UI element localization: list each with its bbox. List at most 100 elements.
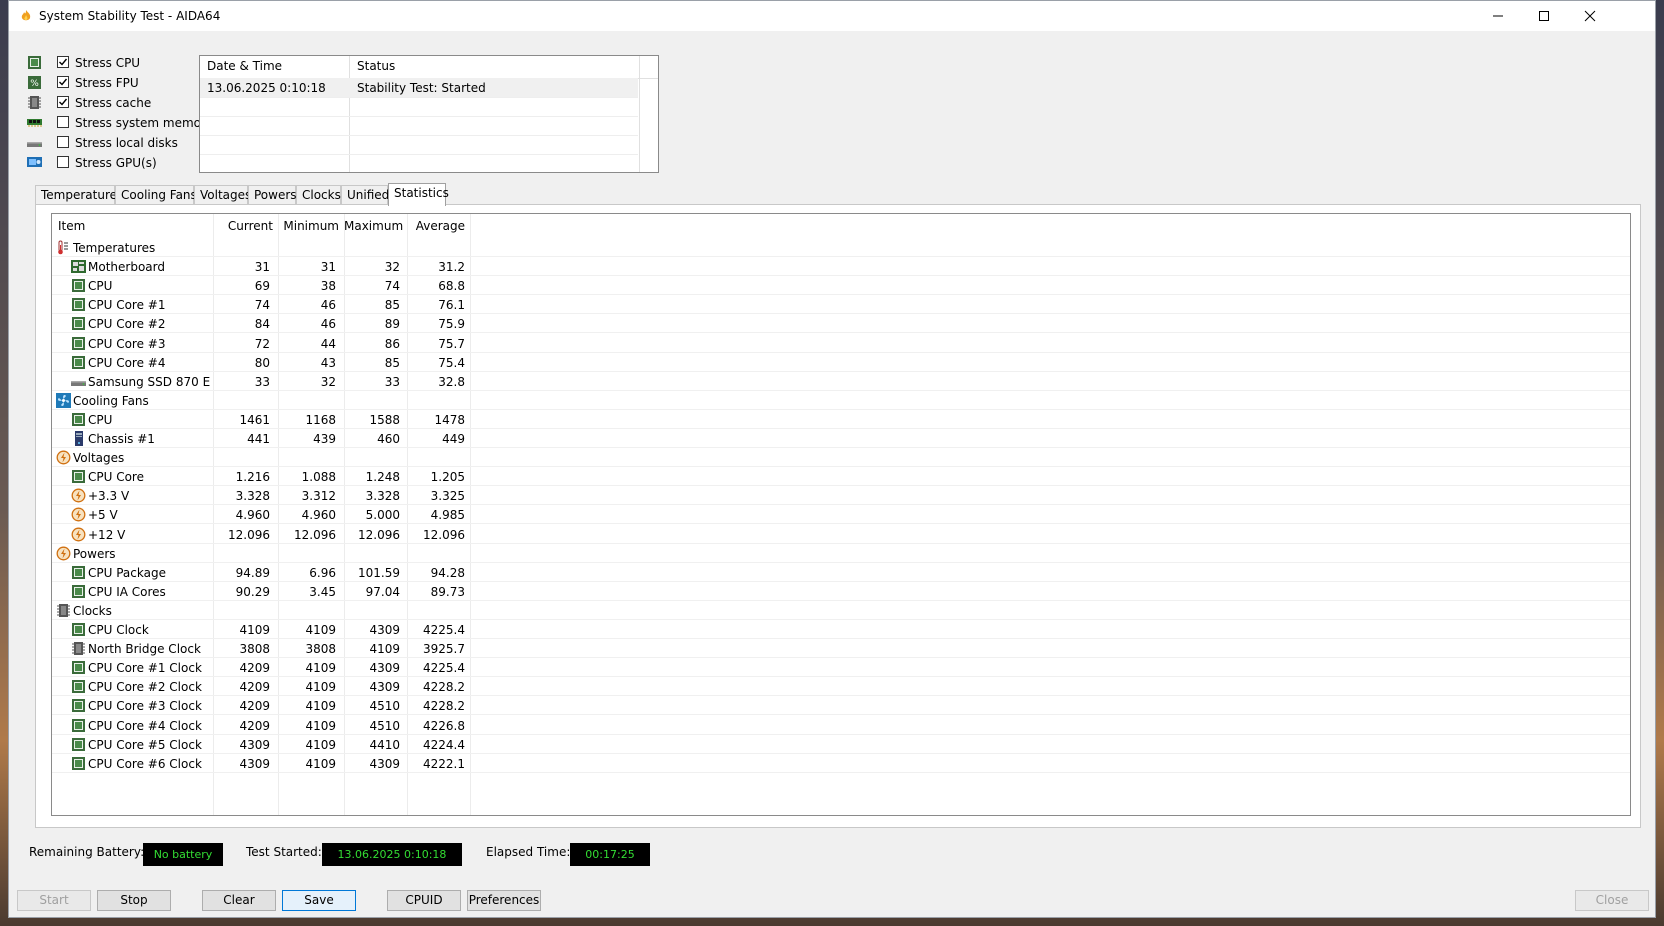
group-row[interactable]: Cooling Fans [52, 391, 1630, 410]
tab-statistics[interactable]: Statistics [388, 183, 449, 206]
table-row[interactable]: CPU Core #2 Clock 4209 4109 4309 4228.2 [52, 677, 1630, 697]
stress-checkbox[interactable] [57, 136, 69, 148]
table-row[interactable]: CPU Package 94.89 6.96 101.59 94.28 [52, 563, 1630, 582]
elapsed-time-value: 00:17:25 [570, 843, 650, 866]
close-window-button[interactable] [1567, 1, 1613, 31]
status-bar: Remaining Battery: No battery Test Start… [9, 837, 1655, 867]
log-header-status[interactable]: Status [357, 59, 395, 73]
close-button[interactable]: Close [1575, 890, 1649, 911]
table-row[interactable]: Chassis #1 441 439 460 449 [52, 429, 1630, 448]
cell-average: 75.4 [438, 355, 465, 370]
minimize-button[interactable] [1475, 1, 1521, 31]
cell-current: 4309 [239, 737, 270, 752]
tab-cooling-fans[interactable]: Cooling Fans [115, 185, 197, 204]
cell-current: 1461 [239, 412, 270, 427]
maximize-button[interactable] [1521, 1, 1567, 31]
maximize-icon [1539, 11, 1549, 21]
row-name: CPU [88, 412, 113, 427]
row-name: CPU IA Cores [88, 584, 166, 599]
stress-checkbox[interactable] [57, 76, 69, 88]
stop-button[interactable]: Stop [97, 890, 171, 911]
tab-powers[interactable]: Powers [248, 185, 297, 204]
preferences-button[interactable]: Preferences [467, 890, 541, 911]
table-row[interactable]: CPU Core #6 Clock 4309 4109 4309 4222.1 [52, 754, 1630, 773]
header-item[interactable]: Item [58, 219, 85, 233]
stress-checkbox[interactable] [57, 116, 69, 128]
table-row[interactable]: CPU Core #5 Clock 4309 4109 4410 4224.4 [52, 735, 1630, 754]
cell-maximum: 85 [384, 355, 400, 370]
header-minimum[interactable]: Minimum [278, 219, 339, 233]
cell-current: 12.096 [228, 527, 270, 542]
stress-checkbox[interactable] [57, 56, 69, 68]
group-row[interactable]: Voltages [52, 448, 1630, 468]
table-row[interactable]: CPU Core #1 74 46 85 76.1 [52, 295, 1630, 315]
table-row[interactable]: CPU Core #3 Clock 4209 4109 4510 4228.2 [52, 696, 1630, 716]
cell-current: 4309 [239, 756, 270, 771]
tab-temperatures[interactable]: Temperatures [35, 185, 123, 204]
cell-minimum: 4109 [305, 680, 336, 695]
table-row[interactable]: CPU 69 38 74 68.8 [52, 276, 1630, 296]
cell-current: 94.89 [235, 565, 270, 580]
table-row[interactable]: CPU Core #4 Clock 4209 4109 4510 4226.8 [52, 716, 1630, 735]
table-row[interactable]: +3.3 V 3.328 3.312 3.328 3.325 [52, 486, 1630, 506]
cell-average: 4225.4 [423, 661, 465, 676]
cell-maximum: 32 [384, 260, 400, 275]
cpu-chip-icon [27, 55, 41, 69]
cpuid-button[interactable]: CPUID [387, 890, 461, 911]
table-row[interactable]: Motherboard 31 31 32 31.2 [52, 257, 1630, 277]
cell-current: 69 [254, 279, 270, 294]
stress-label: Stress cache [75, 96, 152, 110]
clear-button[interactable]: Clear [202, 890, 276, 911]
table-row[interactable]: North Bridge Clock 3808 3808 4109 3925.7 [52, 639, 1630, 659]
table-row[interactable]: CPU Core #1 Clock 4209 4109 4309 4225.4 [52, 658, 1630, 678]
window-title: System Stability Test - AIDA64 [39, 9, 221, 23]
row-name: CPU Core #4 [88, 355, 166, 370]
header-maximum[interactable]: Maximum [344, 219, 403, 233]
start-button[interactable]: Start [17, 890, 91, 911]
cpu-chip-icon [71, 297, 86, 312]
table-row[interactable]: CPU Core #4 80 43 85 75.4 [52, 353, 1630, 372]
cell-maximum: 4309 [369, 756, 400, 771]
tab-clocks[interactable]: Clocks [296, 185, 341, 204]
table-row[interactable]: Samsung SSD 870 EV... 33 32 33 32.8 [52, 372, 1630, 391]
row-name: CPU Core [88, 470, 144, 485]
table-row[interactable]: CPU 1461 1168 1588 1478 [52, 410, 1630, 429]
save-button[interactable]: Save [282, 890, 356, 911]
group-row[interactable]: Powers [52, 544, 1630, 563]
log-header: Date & Time Status [200, 56, 658, 79]
tab-unified[interactable]: Unified [341, 185, 389, 204]
log-row-empty [200, 135, 638, 155]
group-row[interactable]: Clocks [52, 601, 1630, 620]
cpu-chip-icon [71, 355, 86, 370]
cell-average: 94.28 [430, 565, 465, 580]
table-row[interactable]: +5 V 4.960 4.960 5.000 4.985 [52, 505, 1630, 525]
tab-voltages[interactable]: Voltages [194, 185, 251, 204]
log-row[interactable]: 13.06.2025 0:10:18 Stability Test: Start… [200, 78, 638, 98]
table-row[interactable]: CPU Core #2 84 46 89 75.9 [52, 314, 1630, 334]
log-header-datetime[interactable]: Date & Time [207, 59, 282, 73]
cpu-chip-icon [71, 718, 86, 733]
cell-minimum: 44 [320, 336, 336, 351]
header-current[interactable]: Current [213, 219, 273, 233]
table-row[interactable]: CPU Core #3 72 44 86 75.7 [52, 334, 1630, 353]
cell-average: 3.325 [430, 489, 465, 504]
table-row[interactable]: CPU Core 1.216 1.088 1.248 1.205 [52, 467, 1630, 487]
fpu-icon: % [27, 75, 41, 89]
table-row[interactable]: +12 V 12.096 12.096 12.096 12.096 [52, 525, 1630, 544]
log-row-empty [200, 116, 638, 136]
group-row[interactable]: Temperatures [52, 238, 1630, 257]
table-row[interactable]: CPU Clock 4109 4109 4309 4225.4 [52, 620, 1630, 639]
stress-checkbox[interactable] [57, 156, 69, 168]
cell-minimum: 3.45 [309, 584, 336, 599]
cell-average: 4222.1 [423, 756, 465, 771]
cell-minimum: 1.088 [301, 470, 336, 485]
cell-minimum: 43 [320, 355, 336, 370]
checkmark-icon [59, 58, 68, 66]
stress-checkbox[interactable] [57, 96, 69, 108]
stability-test-window: System Stability Test - AIDA64 Stress CP… [8, 0, 1656, 918]
header-average[interactable]: Average [407, 219, 465, 233]
table-row[interactable]: CPU IA Cores 90.29 3.45 97.04 89.73 [52, 582, 1630, 601]
cell-average: 449 [442, 432, 465, 446]
voltage-icon [56, 450, 71, 465]
disk-icon [27, 135, 42, 149]
